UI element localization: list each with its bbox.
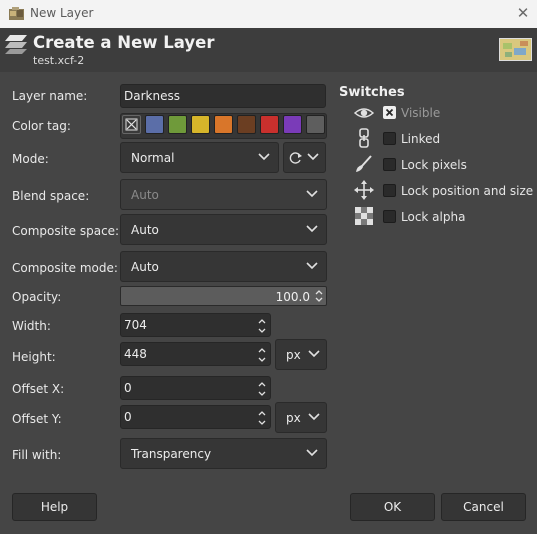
fill-with-select[interactable]: Transparency [120,438,327,469]
height-value: 448 [124,347,147,361]
window-title: New Layer [30,6,94,20]
blend-space-value: Auto [131,188,159,202]
composite-space-select[interactable]: Auto [120,214,327,245]
new-layer-icon [5,35,27,54]
spin-arrows-icon[interactable] [257,379,267,399]
composite-space-label: Composite space: [12,224,120,238]
color-tag-blue[interactable] [145,115,164,134]
chevron-down-icon [308,350,320,358]
offset-x-input[interactable]: 0 [120,376,271,400]
move-icon [354,180,374,200]
eye-icon [354,108,374,118]
color-tag-red[interactable] [260,115,279,134]
mode-group-select[interactable] [283,142,326,173]
offset-x-value: 0 [124,381,132,395]
fill-with-value: Transparency [131,447,212,461]
color-tag-brown[interactable] [237,115,256,134]
layer-name-label: Layer name: [12,89,88,103]
chevron-down-icon [306,190,318,198]
color-tag-label: Color tag: [12,119,71,133]
cancel-button[interactable]: Cancel [441,493,526,521]
color-tag-yellow[interactable] [191,115,210,134]
ok-button[interactable]: OK [350,493,435,521]
width-label: Width: [12,319,51,333]
fill-with-label: Fill with: [12,448,62,462]
checkerboard-icon [355,207,373,225]
layer-name-input[interactable]: Darkness [120,84,326,108]
brush-icon [356,155,372,172]
blend-space-select[interactable]: Auto [120,179,327,210]
image-thumbnail [499,38,532,61]
switch-mode-icon [289,152,302,164]
mode-value: Normal [131,151,175,165]
gimp-app-icon [9,7,24,20]
height-label: Height: [12,350,56,364]
offset-y-label: Offset Y: [12,412,62,426]
offset-x-label: Offset X: [12,382,65,396]
offset-y-input[interactable]: 0 [120,405,271,429]
lock-alpha-label: Lock alpha [401,210,466,224]
image-name: test.xcf-2 [33,54,85,67]
dialog-title: Create a New Layer [33,33,215,52]
color-tag-violet[interactable] [283,115,302,134]
mode-select[interactable]: Normal [120,142,279,173]
width-input[interactable]: 704 [120,313,271,337]
composite-mode-value: Auto [131,260,159,274]
chain-icon [359,128,369,148]
visible-label: Visible [401,106,441,120]
close-icon[interactable]: ✕ [513,3,533,23]
chevron-down-icon [307,153,319,161]
width-value: 704 [124,318,147,332]
chevron-down-icon [306,449,318,457]
color-tag-orange[interactable] [214,115,233,134]
chevron-down-icon [308,413,320,421]
lock-alpha-checkbox[interactable] [383,210,396,223]
spin-arrows-icon[interactable] [257,316,267,336]
size-unit-value: px [286,348,301,362]
lock-pixels-checkbox[interactable] [383,158,396,171]
check-x-icon [385,108,394,117]
color-tag-gray[interactable] [306,115,325,134]
help-button[interactable]: Help [12,493,97,521]
visible-checkbox[interactable] [383,106,396,119]
blend-space-label: Blend space: [12,189,90,203]
color-tag-none[interactable] [122,115,141,134]
height-input[interactable]: 448 [120,342,271,366]
lock-position-label: Lock position and size [401,184,534,198]
size-unit-select[interactable]: px [275,339,327,370]
color-tag-green[interactable] [168,115,187,134]
composite-mode-label: Composite mode: [12,261,118,275]
lock-pixels-label: Lock pixels [401,158,467,172]
opacity-value: 100.0 [275,290,310,304]
switches-heading: Switches [339,85,405,100]
chevron-down-icon [306,262,318,270]
offset-y-value: 0 [124,410,132,424]
offset-unit-select[interactable]: px [275,402,327,433]
offset-unit-value: px [286,411,301,425]
linked-checkbox[interactable] [383,132,396,145]
layer-name-value: Darkness [124,89,180,103]
composite-mode-select[interactable]: Auto [120,251,327,282]
chevron-down-icon [258,153,270,161]
mode-label: Mode: [12,152,49,166]
opacity-label: Opacity: [12,290,62,304]
spin-arrows-icon[interactable] [257,408,267,428]
lock-position-checkbox[interactable] [383,184,396,197]
composite-space-value: Auto [131,223,159,237]
linked-label: Linked [401,132,441,146]
opacity-slider[interactable]: 100.0 [120,286,327,306]
spin-arrows-icon[interactable] [314,288,324,304]
spin-arrows-icon[interactable] [257,345,267,365]
chevron-down-icon [306,225,318,233]
